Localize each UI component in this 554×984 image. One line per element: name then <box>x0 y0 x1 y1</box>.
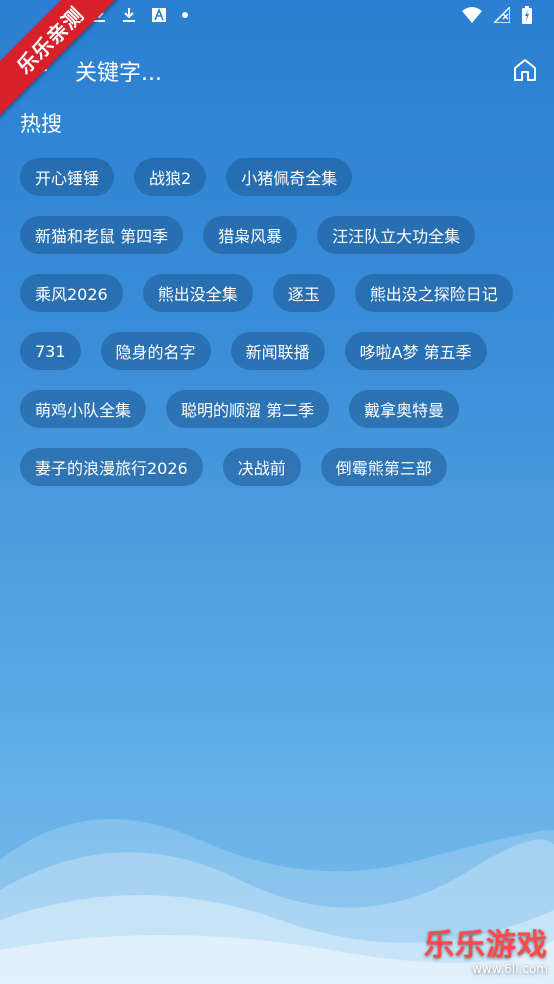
hot-search-tag[interactable]: 哆啦A梦 第五季 <box>344 332 487 370</box>
search-keyword-input[interactable]: 关键字... <box>75 55 162 87</box>
hot-search-tag[interactable]: 乘风2026 <box>20 274 123 312</box>
hot-search-tags: 开心锤锤 战狼2 小猪佩奇全集 新猫和老鼠 第四季 猎枭风暴 汪汪队立大功全集 … <box>20 158 540 506</box>
hot-search-tag[interactable]: 小猪佩奇全集 <box>226 158 353 196</box>
hot-search-tag[interactable]: 萌鸡小队全集 <box>20 390 147 428</box>
tag-row: 萌鸡小队全集 聪明的顺溜 第二季 戴拿奥特曼 <box>20 390 540 428</box>
home-icon[interactable] <box>512 57 538 83</box>
hot-search-tag[interactable]: 新猫和老鼠 第四季 <box>20 216 184 254</box>
hot-search-tag[interactable]: 熊出没全集 <box>142 274 253 312</box>
hot-search-tag[interactable]: 隐身的名字 <box>100 332 211 370</box>
hot-search-tag[interactable]: 新闻联播 <box>230 332 325 370</box>
hot-search-tag[interactable]: 开心锤锤 <box>20 158 115 196</box>
hot-search-tag[interactable]: 汪汪队立大功全集 <box>317 216 476 254</box>
tag-row: 731 隐身的名字 新闻联播 哆啦A梦 第五季 <box>20 332 540 370</box>
wifi-icon <box>462 7 482 23</box>
no-signal-icon <box>494 7 510 23</box>
tag-row: 妻子的浪漫旅行2026 决战前 倒霉熊第三部 <box>20 448 540 486</box>
hot-search-tag[interactable]: 逐玉 <box>272 274 335 312</box>
app-bar: 关键字... <box>0 40 554 100</box>
battery-charging-icon <box>522 6 532 24</box>
watermark-title: 乐乐游戏 <box>424 928 548 963</box>
hot-search-tag[interactable]: 聪明的顺溜 第二季 <box>166 390 330 428</box>
status-system <box>462 6 532 24</box>
tag-row: 开心锤锤 战狼2 小猪佩奇全集 <box>20 158 540 196</box>
hot-search-tag[interactable]: 战狼2 <box>134 158 207 196</box>
tag-row: 乘风2026 熊出没全集 逐玉 熊出没之探险日记 <box>20 274 540 312</box>
hot-search-tag[interactable]: 731 <box>20 332 81 370</box>
hot-search-title: 热搜 <box>20 112 62 136</box>
dot-icon <box>182 12 188 18</box>
hot-search-tag[interactable]: 熊出没之探险日记 <box>354 274 513 312</box>
download-icon <box>123 8 135 22</box>
site-watermark: 乐乐游戏 www.6ll.com <box>424 920 548 976</box>
hot-search-tag[interactable]: 猎枭风暴 <box>203 216 298 254</box>
hot-search-tag[interactable]: 倒霉熊第三部 <box>320 448 447 486</box>
watermark-url: www.6ll.com <box>472 962 548 976</box>
hot-search-tag[interactable]: 戴拿奥特曼 <box>349 390 460 428</box>
hot-search-tag[interactable]: 妻子的浪漫旅行2026 <box>20 448 203 486</box>
status-notifications <box>92 7 188 23</box>
tag-row: 新猫和老鼠 第四季 猎枭风暴 汪汪队立大功全集 <box>20 216 540 254</box>
a-icon <box>152 8 166 22</box>
hot-search-tag[interactable]: 决战前 <box>222 448 301 486</box>
